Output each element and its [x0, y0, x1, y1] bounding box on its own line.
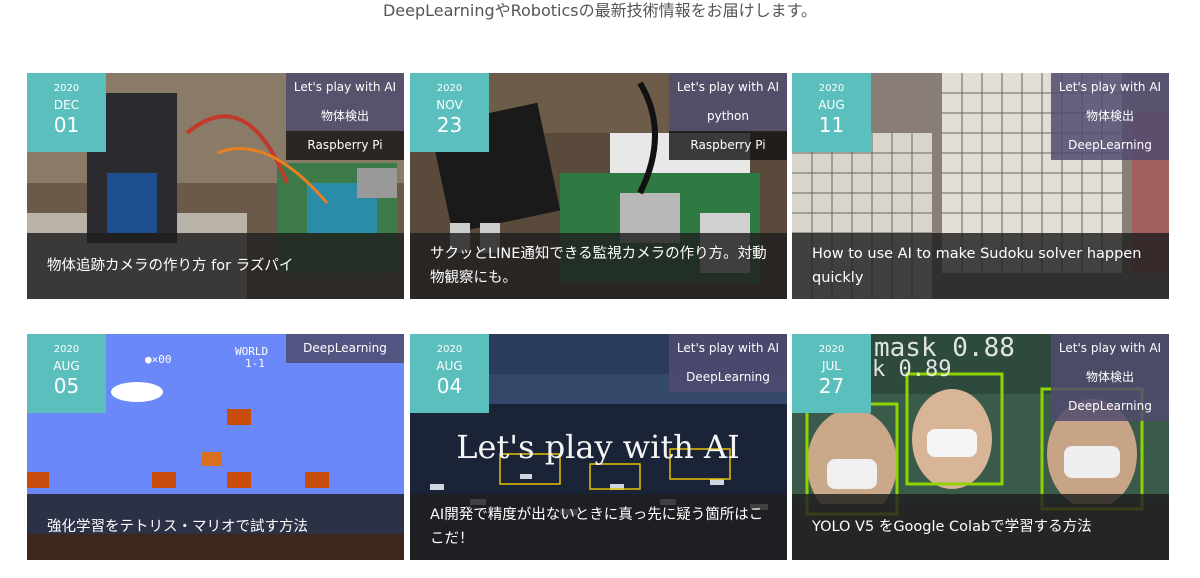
- post-title[interactable]: YOLO V5 をGoogle Colabで学習する方法: [792, 494, 1169, 560]
- post-month: AUG: [436, 359, 463, 373]
- post-month: AUG: [53, 359, 80, 373]
- post-month: NOV: [436, 98, 463, 112]
- post-card-5[interactable]: Let's play with AI 2020 AUG 04 Let's pla…: [410, 334, 787, 560]
- post-card-3[interactable]: 2020 AUG 11 Let's play with AI 物体検出 Deep…: [792, 73, 1169, 299]
- tag-link[interactable]: Let's play with AI: [1051, 73, 1169, 102]
- tag-link[interactable]: Let's play with AI: [669, 73, 787, 102]
- tag-link[interactable]: DeepLearning: [1051, 131, 1169, 160]
- post-year: 2020: [818, 83, 845, 94]
- tag-link[interactable]: DeepLearning: [1051, 392, 1169, 421]
- tag-link[interactable]: Let's play with AI: [286, 73, 404, 102]
- tag-link[interactable]: 物体検出: [1051, 102, 1169, 131]
- post-tags: Let's play with AI DeepLearning: [669, 334, 787, 392]
- post-card-6[interactable]: mask 0.88 k 0.89 2020 JUL 27 Let's play …: [792, 334, 1169, 560]
- tag-link[interactable]: Let's play with AI: [1051, 334, 1169, 363]
- tag-link[interactable]: DeepLearning: [669, 363, 787, 392]
- post-year: 2020: [53, 83, 80, 94]
- post-title[interactable]: 物体追跡カメラの作り方 for ラズパイ: [27, 233, 404, 299]
- tag-link[interactable]: python: [669, 102, 787, 131]
- post-date: 2020 JUL 27: [792, 334, 871, 413]
- post-tags: Let's play with AI 物体検出 Raspberry Pi: [286, 73, 404, 160]
- post-date: 2020 NOV 23: [410, 73, 489, 152]
- tag-link[interactable]: Raspberry Pi: [286, 131, 404, 160]
- detection-label: k 0.89: [872, 357, 951, 382]
- post-month: JUL: [821, 359, 841, 373]
- post-day: 01: [53, 113, 80, 137]
- post-day: 04: [436, 374, 463, 398]
- post-date: 2020 AUG 11: [792, 73, 871, 152]
- post-date: 2020 AUG 05: [27, 334, 106, 413]
- post-day: 11: [818, 113, 845, 137]
- post-card-2[interactable]: 2020 NOV 23 Let's play with AI python Ra…: [410, 73, 787, 299]
- post-year: 2020: [436, 83, 463, 94]
- post-tags: Let's play with AI 物体検出 DeepLearning: [1051, 334, 1169, 421]
- post-month: DEC: [53, 98, 80, 112]
- post-day: 05: [53, 374, 80, 398]
- post-year: 2020: [818, 344, 845, 355]
- post-year: 2020: [53, 344, 80, 355]
- post-tags: DeepLearning: [286, 334, 404, 363]
- tag-link[interactable]: Raspberry Pi: [669, 131, 787, 160]
- post-tags: Let's play with AI python Raspberry Pi: [669, 73, 787, 160]
- tag-link[interactable]: 物体検出: [286, 102, 404, 131]
- post-tags: Let's play with AI 物体検出 DeepLearning: [1051, 73, 1169, 160]
- cover-title: Let's play with AI: [456, 428, 740, 466]
- post-title[interactable]: How to use AI to make Sudoku solver happ…: [792, 233, 1169, 299]
- tag-link[interactable]: Let's play with AI: [669, 334, 787, 363]
- post-day: 23: [436, 113, 463, 137]
- post-date: 2020 AUG 04: [410, 334, 489, 413]
- post-title[interactable]: サクッとLINE通知できる監視カメラの作り方。対動物観察にも。: [410, 233, 787, 299]
- game-hud-level: 1-1: [245, 357, 265, 370]
- post-day: 27: [818, 374, 845, 398]
- post-card-4[interactable]: ●×00 WORLD 1-1 2020 AUG 05 DeepLearning …: [27, 334, 404, 560]
- post-title[interactable]: AI開発で精度が出ないときに真っ先に疑う箇所はここだ！: [410, 494, 787, 560]
- post-month: AUG: [818, 98, 845, 112]
- tag-link[interactable]: 物体検出: [1051, 363, 1169, 392]
- game-hud-coins: ●×00: [145, 353, 172, 366]
- post-title[interactable]: 強化学習をテトリス・マリオで試す方法: [27, 494, 404, 560]
- site-tagline: DeepLearningやRoboticsの最新技術情報をお届けします。: [382, 1, 817, 20]
- post-date: 2020 DEC 01: [27, 73, 106, 152]
- tag-link[interactable]: DeepLearning: [286, 334, 404, 363]
- post-year: 2020: [436, 344, 463, 355]
- post-card-1[interactable]: 2020 DEC 01 Let's play with AI 物体検出 Rasp…: [27, 73, 404, 299]
